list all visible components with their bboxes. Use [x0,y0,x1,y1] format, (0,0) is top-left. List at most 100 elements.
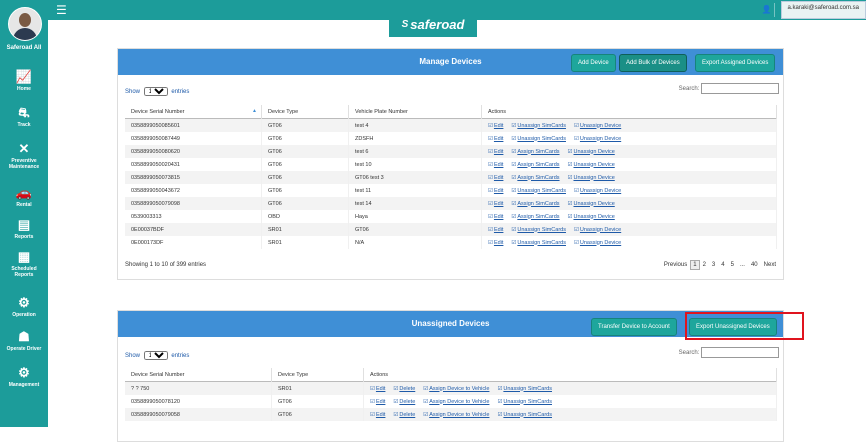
action-link[interactable]: ☑Delete [393,412,415,418]
action-link[interactable]: ☑Unassign SimCards [511,188,566,194]
user-icon[interactable]: 👤 [760,3,775,17]
action-label: Edit [493,135,504,142]
pager-page[interactable]: 3 [709,262,718,268]
action-link[interactable]: ☑Assign SimCards [511,175,559,181]
action-link[interactable]: ☑Assign SimCards [511,201,559,207]
unassigned-devices-title: Unassigned Devices [411,319,490,328]
manage-page-size-select[interactable]: 10 [143,87,168,96]
action-link[interactable]: ☑Edit [488,227,503,233]
sidebar-item-operation[interactable]: ⚙ Operation [0,296,48,319]
action-link[interactable]: ☑Unassign Device [568,175,615,181]
device-serial-cell: 0358899050079098 [125,197,262,210]
device-type-cell: GT06 [271,408,364,421]
unassigned-search-input[interactable] [701,347,779,358]
action-link[interactable]: ☑Unassign Device [568,214,615,220]
add-device-button[interactable]: Add Device [571,54,616,72]
actions-cell: ☑Edit ☑Assign SimCards ☑Unassign Device [481,145,777,158]
action-link[interactable]: ☑Assign SimCards [511,162,559,168]
action-link[interactable]: ☑Unassign Device [568,162,615,168]
action-link[interactable]: ☑Assign SimCards [511,214,559,220]
action-link[interactable]: ☑Unassign Device [574,136,621,142]
add-bulk-devices-button[interactable]: Add Bulk of Devices [619,54,687,72]
action-link[interactable]: ☑Edit [488,136,503,142]
action-link[interactable]: ☑Unassign SimCards [511,136,566,142]
sidebar-item-management[interactable]: ⚙ Management [0,366,48,389]
action-link[interactable]: ☑Unassign SimCards [511,123,566,129]
action-link[interactable]: ☑Unassign Device [574,227,621,233]
sidebar-item-preventive-maintenance[interactable]: ✕ Preventive Maintenance [0,142,48,171]
pager-next[interactable]: Next [761,262,779,268]
unassigned-show-entries: Show 10 entries [125,351,189,360]
pager-page[interactable]: 1 [690,260,700,270]
column-device-type[interactable]: Device Type [261,105,349,119]
device-serial-cell: 0E000173DF [125,236,262,249]
pager-page[interactable]: 5 [728,262,737,268]
menu-icon[interactable]: ☰ [56,4,67,16]
edit-icon: ☑ [573,135,579,142]
action-link[interactable]: ☑Edit [488,123,503,129]
edit-icon: ☑ [370,398,375,405]
action-link[interactable]: ☑Delete [393,399,415,405]
action-label: Unassign SimCards [517,239,566,246]
manage-devices-table: Device Serial Number ▲ Device Type Vehicl… [125,105,777,249]
column-vehicle-plate[interactable]: Vehicle Plate Number [348,105,482,119]
action-link[interactable]: ☑Edit [488,149,503,155]
sidebar-item-rental[interactable]: 🚗 Rental [0,186,48,209]
transfer-device-button[interactable]: Transfer Device to Account [591,318,677,336]
edit-icon: ☑ [423,385,429,392]
sidebar-item-scheduled-reports[interactable]: ▦ Scheduled Reports [0,250,48,279]
column-device-type[interactable]: Device Type [271,368,364,382]
action-link[interactable]: ☑Assign SimCards [511,149,559,155]
action-link[interactable]: ☑Edit [488,201,503,207]
manage-search-input[interactable] [701,83,779,94]
sidebar-item-operate-driver[interactable]: ☗ Operate Driver [0,330,48,353]
device-type-cell: GT06 [261,184,349,197]
export-assigned-devices-button[interactable]: Export Assigned Devices [695,54,776,72]
action-link[interactable]: ☑Assign Device to Vehicle [423,412,489,418]
column-device-serial[interactable]: Device Serial Number ▲ [125,105,262,119]
pager-previous[interactable]: Previous [661,262,690,268]
action-link[interactable]: ☑Unassign SimCards [497,412,552,418]
action-link[interactable]: ☑Assign Device to Vehicle [423,399,489,405]
edit-icon: ☑ [423,411,429,418]
user-email[interactable]: a.karaki@saferoad.com.sa [780,1,866,19]
unassigned-page-size-select[interactable]: 10 [143,351,168,360]
action-link[interactable]: ☑Edit [488,162,503,168]
sidebar-item-home[interactable]: 📈 Home [0,70,48,93]
device-type-cell: GT06 [261,132,349,145]
action-link[interactable]: ☑Edit [370,399,385,405]
manage-devices-header: Manage Devices Add Device Add Bulk of De… [118,49,783,75]
action-link[interactable]: ☑Delete [393,386,415,392]
edit-icon: ☑ [488,135,493,142]
action-link[interactable]: ☑Unassign SimCards [511,240,566,246]
action-link[interactable]: ☑Edit [488,175,503,181]
action-link[interactable]: ☑Edit [488,240,503,246]
action-label: Edit [493,187,504,194]
pager-page[interactable]: 4 [718,262,727,268]
action-link[interactable]: ☑Unassign Device [574,240,621,246]
action-link[interactable]: ☑Assign Device to Vehicle [423,386,489,392]
action-link[interactable]: ☑Unassign Device [574,123,621,129]
action-label: Unassign SimCards [503,411,552,418]
action-label: Unassign Device [573,174,615,181]
sort-asc-icon[interactable]: ▲ [252,108,257,114]
action-link[interactable]: ☑Unassign Device [574,188,621,194]
edit-icon: ☑ [423,398,429,405]
sidebar-item-reports[interactable]: ▤ Reports [0,218,48,241]
action-link[interactable]: ☑Unassign Device [568,201,615,207]
pager-page[interactable]: 40 [748,262,761,268]
action-link[interactable]: ☑Edit [370,386,385,392]
action-link[interactable]: ☑Unassign Device [568,149,615,155]
action-link[interactable]: ☑Edit [488,214,503,220]
sidebar-item-track[interactable]: ⛐ Track [0,106,48,129]
edit-icon: ☑ [497,385,503,392]
entries-label: entries [171,89,190,95]
action-link[interactable]: ☑Edit [488,188,503,194]
column-device-serial[interactable]: Device Serial Number [125,368,272,382]
action-link[interactable]: ☑Unassign SimCards [497,399,552,405]
action-link[interactable]: ☑Unassign SimCards [497,386,552,392]
action-link[interactable]: ☑Edit [370,412,385,418]
action-link[interactable]: ☑Unassign SimCards [511,227,566,233]
pager-page[interactable]: 2 [700,262,709,268]
avatar[interactable] [8,7,42,41]
